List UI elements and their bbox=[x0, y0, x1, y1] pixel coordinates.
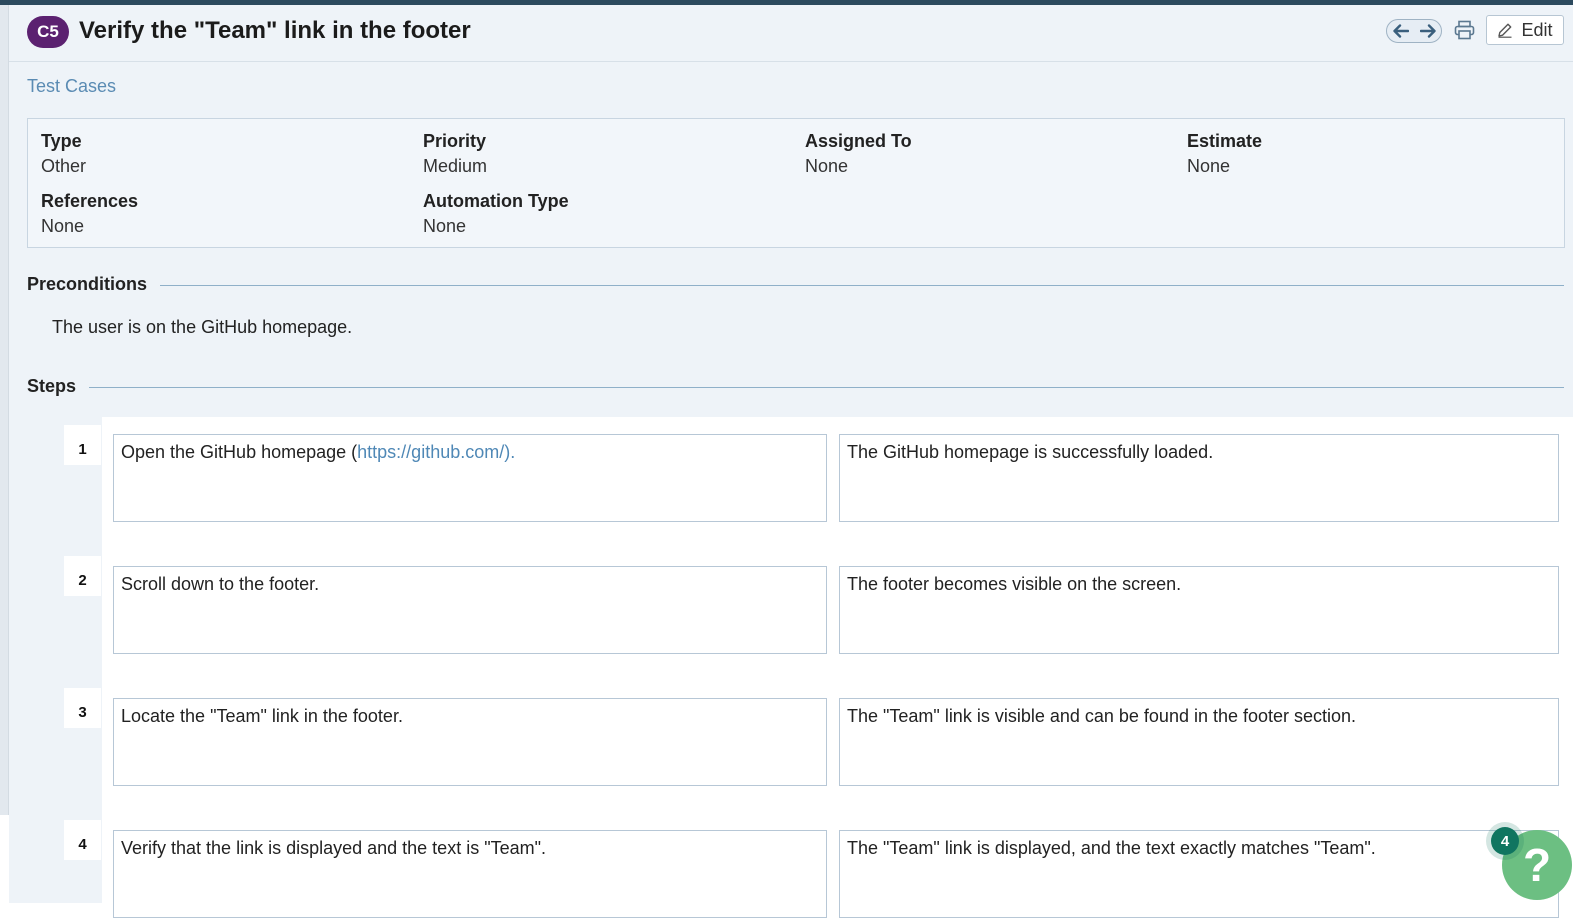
notification-count-badge: 4 bbox=[1491, 827, 1519, 855]
edit-button[interactable]: Edit bbox=[1486, 15, 1564, 45]
property-references-label: References bbox=[41, 191, 139, 211]
printer-icon bbox=[1454, 20, 1474, 40]
properties-panel: Type Other Priority Medium Assigned To N… bbox=[27, 118, 1565, 248]
page-title: Verify the "Team" link in the footer bbox=[79, 17, 471, 44]
property-estimate-label: Estimate bbox=[1187, 131, 1263, 151]
edit-button-label: Edit bbox=[1521, 19, 1553, 40]
print-button[interactable] bbox=[1453, 19, 1475, 41]
arrow-left-icon bbox=[1392, 24, 1409, 38]
preconditions-text: The user is on the GitHub homepage. bbox=[52, 317, 353, 337]
preconditions-section-header: Preconditions bbox=[27, 274, 1564, 295]
help-question-icon: ? bbox=[1522, 839, 1552, 891]
step-number: 1 bbox=[64, 425, 101, 465]
steps-heading: Steps bbox=[27, 376, 77, 396]
step-expected-result: The "Team" link is visible and can be fo… bbox=[839, 698, 1559, 786]
step-action: Verify that the link is displayed and th… bbox=[113, 830, 827, 918]
main-content: C5 Verify the "Team" link in the footer bbox=[9, 5, 1573, 918]
pencil-icon bbox=[1498, 23, 1512, 38]
property-assigned-to-value: None bbox=[805, 156, 849, 176]
case-header: C5 Verify the "Team" link in the footer bbox=[9, 5, 1573, 62]
step-expected-result: The footer becomes visible on the screen… bbox=[839, 566, 1559, 654]
property-estimate-value: None bbox=[1187, 156, 1231, 176]
case-id-badge: C5 bbox=[27, 16, 69, 48]
step-number: 4 bbox=[64, 820, 101, 860]
step-action-text: Open the GitHub homepage ( bbox=[121, 442, 358, 462]
property-assigned-to: Assigned To None bbox=[805, 131, 912, 177]
property-assigned-to-label: Assigned To bbox=[805, 131, 912, 151]
step-expected-result: The "Team" link is displayed, and the te… bbox=[839, 830, 1559, 918]
next-case-button[interactable] bbox=[1417, 20, 1439, 42]
property-automation-type-value: None bbox=[423, 216, 467, 236]
github-url-link[interactable]: https://github.com/). bbox=[357, 442, 515, 462]
property-estimate: Estimate None bbox=[1187, 131, 1262, 177]
step-action: Open the GitHub homepage (https://github… bbox=[113, 434, 827, 522]
step-expected-result: The GitHub homepage is successfully load… bbox=[839, 434, 1559, 522]
previous-case-button[interactable] bbox=[1390, 20, 1412, 42]
property-type-value: Other bbox=[41, 156, 87, 176]
property-priority: Priority Medium bbox=[423, 131, 487, 177]
property-references: References None bbox=[41, 191, 138, 237]
breadcrumb-test-cases[interactable]: Test Cases bbox=[27, 76, 116, 97]
arrow-right-icon bbox=[1419, 24, 1436, 38]
property-type: Type Other bbox=[41, 131, 86, 177]
property-type-label: Type bbox=[41, 131, 82, 151]
left-sidebar-edge bbox=[0, 5, 9, 815]
section-divider bbox=[160, 285, 1564, 286]
step-number: 3 bbox=[64, 688, 101, 728]
preconditions-heading: Preconditions bbox=[27, 274, 148, 294]
property-automation-type-label: Automation Type bbox=[423, 191, 569, 211]
case-navigation bbox=[1386, 19, 1442, 43]
step-action: Locate the "Team" link in the footer. bbox=[113, 698, 827, 786]
property-priority-value: Medium bbox=[423, 156, 488, 176]
section-divider bbox=[89, 387, 1564, 388]
property-automation-type: Automation Type None bbox=[423, 191, 569, 237]
step-number: 2 bbox=[64, 556, 101, 596]
property-priority-label: Priority bbox=[423, 131, 487, 151]
step-action: Scroll down to the footer. bbox=[113, 566, 827, 654]
property-references-value: None bbox=[41, 216, 85, 236]
steps-section-header: Steps bbox=[27, 376, 1564, 397]
